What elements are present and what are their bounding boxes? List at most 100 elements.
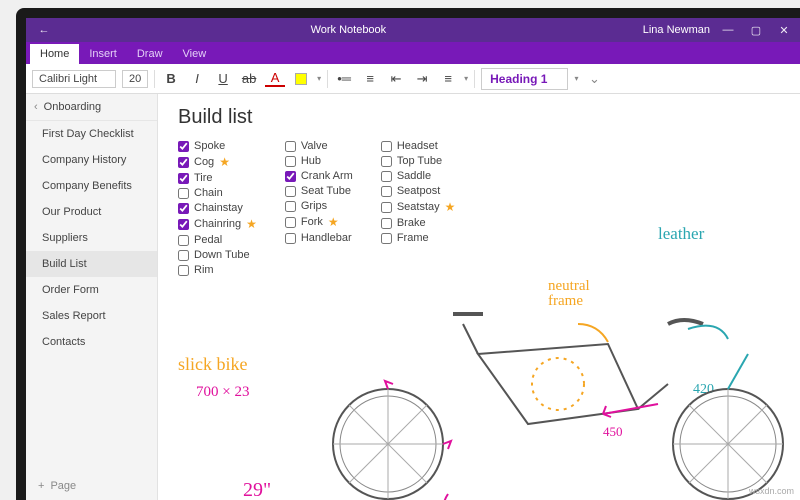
align-button[interactable]: ≡ <box>438 69 458 89</box>
bold-button[interactable]: B <box>161 69 181 89</box>
minimize-button[interactable]: — <box>718 24 738 36</box>
checklist-item[interactable]: Saddle <box>381 170 456 182</box>
checkbox[interactable] <box>285 171 296 182</box>
checklist-label: Down Tube <box>194 249 250 261</box>
checkbox[interactable] <box>381 141 392 152</box>
indent-button[interactable]: ⇥ <box>412 69 432 89</box>
checkbox[interactable] <box>285 217 296 228</box>
sidebar-page-item[interactable]: Contacts <box>26 329 157 355</box>
ink-annotation: slick bike <box>178 354 248 375</box>
checklist-item[interactable]: Seatstay★ <box>381 200 456 214</box>
checklist-item[interactable]: Seatpost <box>381 185 456 197</box>
checklist-item[interactable]: Crank Arm <box>285 170 353 182</box>
add-page-button[interactable]: + Page <box>26 472 157 500</box>
sidebar-page-item[interactable]: Sales Report <box>26 303 157 329</box>
checkbox[interactable] <box>178 188 189 199</box>
checklist-item[interactable]: Handlebar <box>285 232 353 244</box>
font-color-button[interactable]: A <box>265 71 285 87</box>
chevron-left-icon: ‹ <box>34 101 38 113</box>
checklist-item[interactable]: Rim <box>178 264 257 276</box>
checklist-item[interactable]: Spoke <box>178 140 257 152</box>
checklist-label: Rim <box>194 264 214 276</box>
checkbox[interactable] <box>285 186 296 197</box>
font-name-select[interactable]: Calibri Light <box>32 70 116 88</box>
checkbox[interactable] <box>381 233 392 244</box>
checklist-item[interactable]: Cog★ <box>178 155 257 169</box>
ribbon-tab-insert[interactable]: Insert <box>79 44 127 64</box>
sidebar-page-item[interactable]: Our Product <box>26 199 157 225</box>
checkbox[interactable] <box>381 156 392 167</box>
sidebar-page-item[interactable]: Order Form <box>26 277 157 303</box>
checklist-item[interactable]: Fork★ <box>285 215 353 229</box>
checkbox[interactable] <box>178 265 189 276</box>
close-button[interactable]: ✕ <box>774 24 794 37</box>
sidebar-page-item[interactable]: Build List <box>26 251 157 277</box>
checklist-label: Valve <box>301 140 328 152</box>
checklist-item[interactable]: Tire <box>178 172 257 184</box>
bullets-button[interactable]: •═ <box>334 69 354 89</box>
checkbox[interactable] <box>381 202 392 213</box>
section-breadcrumb[interactable]: ‹ Onboarding <box>26 94 157 121</box>
ribbon-tab-view[interactable]: View <box>173 44 217 64</box>
add-page-label: Page <box>50 480 76 492</box>
checklist-item[interactable]: Top Tube <box>381 155 456 167</box>
sidebar-page-item[interactable]: Company Benefits <box>26 173 157 199</box>
ribbon-tab-draw[interactable]: Draw <box>127 44 173 64</box>
checkbox[interactable] <box>178 141 189 152</box>
checklist-item[interactable]: Pedal <box>178 234 257 246</box>
sidebar-page-item[interactable]: First Day Checklist <box>26 121 157 147</box>
ink-annotation: 29" <box>243 479 271 500</box>
highlight-button[interactable] <box>291 69 311 89</box>
outdent-button[interactable]: ⇤ <box>386 69 406 89</box>
checkbox[interactable] <box>178 173 189 184</box>
checklist-item[interactable]: Grips <box>285 200 353 212</box>
star-icon: ★ <box>246 217 257 231</box>
sidebar-page-item[interactable]: Company History <box>26 147 157 173</box>
note-canvas[interactable]: Build list SpokeCog★TireChainChainstayCh… <box>158 94 800 500</box>
window-title: Work Notebook <box>54 24 643 36</box>
checklist-item[interactable]: Frame <box>381 232 456 244</box>
checkbox[interactable] <box>178 203 189 214</box>
checklist-label: Seat Tube <box>301 185 351 197</box>
style-fwd-button[interactable]: ⌄ <box>585 69 605 89</box>
checklist-label: Chain <box>194 187 223 199</box>
checklist-item[interactable]: Hub <box>285 155 353 167</box>
ribbon-tabs: HomeInsertDrawView <box>26 42 800 64</box>
checkbox[interactable] <box>381 186 392 197</box>
strike-button[interactable]: ab <box>239 69 259 89</box>
italic-button[interactable]: I <box>187 69 207 89</box>
back-button[interactable]: ← <box>34 24 54 36</box>
numbering-button[interactable]: ≡ <box>360 69 380 89</box>
checkbox[interactable] <box>178 235 189 246</box>
user-name[interactable]: Lina Newman <box>643 24 710 36</box>
checklist-item[interactable]: Chainring★ <box>178 217 257 231</box>
maximize-button[interactable]: ▢ <box>746 24 766 37</box>
checklist-label: Spoke <box>194 140 225 152</box>
font-size-select[interactable]: 20 <box>122 70 148 88</box>
checkbox[interactable] <box>285 201 296 212</box>
checklist-item[interactable]: Headset <box>381 140 456 152</box>
watermark: wsxdn.com <box>749 486 794 496</box>
checklist-item[interactable]: Valve <box>285 140 353 152</box>
checkbox[interactable] <box>285 156 296 167</box>
page-title[interactable]: Build list <box>178 106 252 129</box>
checklist-label: Headset <box>397 140 438 152</box>
checklist-label: Cog <box>194 156 214 168</box>
checkbox[interactable] <box>285 233 296 244</box>
checklist-label: Grips <box>301 200 327 212</box>
checkbox[interactable] <box>285 141 296 152</box>
sidebar-page-item[interactable]: Suppliers <box>26 225 157 251</box>
checklist-item[interactable]: Brake <box>381 217 456 229</box>
ribbon-tab-home[interactable]: Home <box>30 44 79 64</box>
checklist-item[interactable]: Down Tube <box>178 249 257 261</box>
checklist-item[interactable]: Seat Tube <box>285 185 353 197</box>
checklist-item[interactable]: Chain <box>178 187 257 199</box>
checkbox[interactable] <box>381 171 392 182</box>
checklist-item[interactable]: Chainstay <box>178 202 257 214</box>
heading-style-select[interactable]: Heading 1 <box>481 68 568 90</box>
underline-button[interactable]: U <box>213 69 233 89</box>
checkbox[interactable] <box>178 250 189 261</box>
checkbox[interactable] <box>178 157 189 168</box>
checkbox[interactable] <box>381 218 392 229</box>
checkbox[interactable] <box>178 219 189 230</box>
